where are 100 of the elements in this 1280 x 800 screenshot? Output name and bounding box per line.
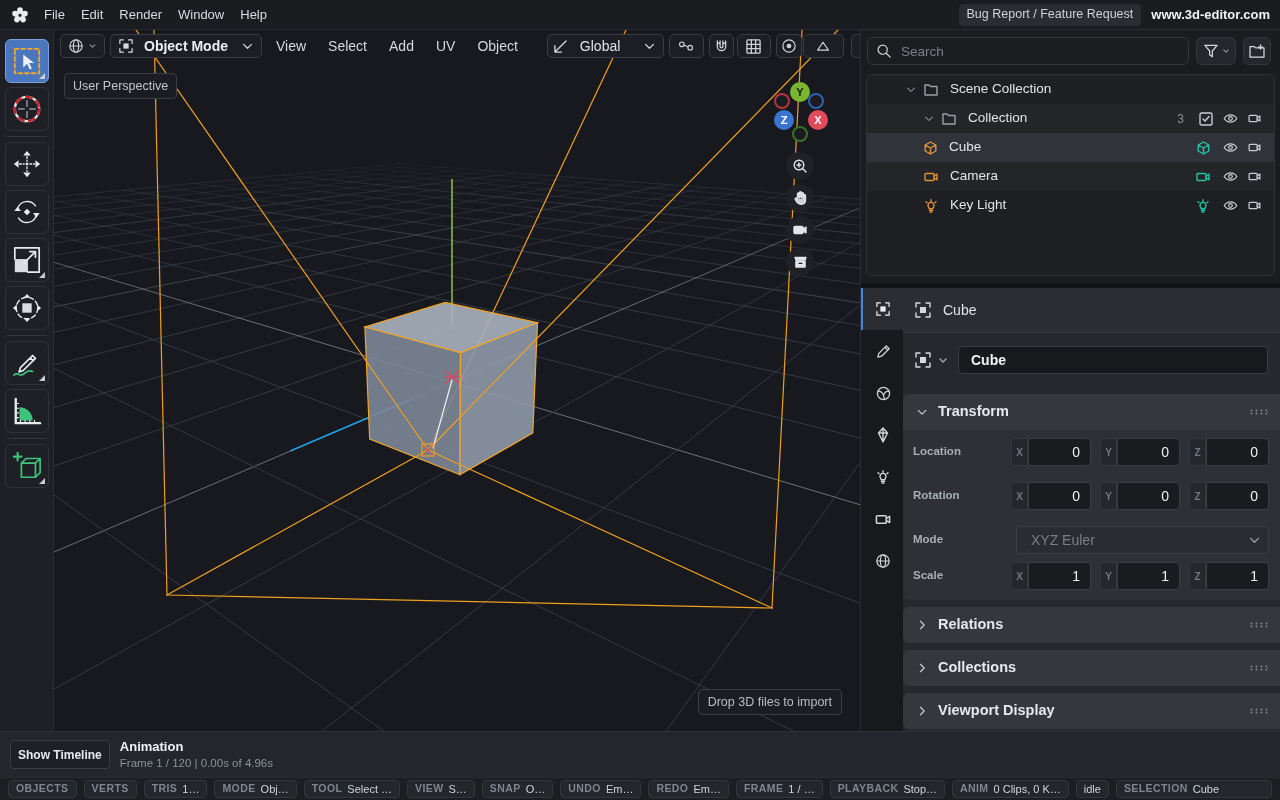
number-field[interactable]: 0: [1117, 438, 1180, 466]
viewport-scene[interactable]: [54, 30, 860, 731]
drag-handle-icon[interactable]: [1250, 665, 1268, 671]
eye-icon[interactable]: [1223, 172, 1238, 181]
bracket-square-icon: [876, 302, 890, 316]
site-link[interactable]: www.3d-editor.com: [1151, 4, 1270, 25]
tree-row[interactable]: Scene Collection: [867, 75, 1274, 104]
new-folder-button[interactable]: [1243, 37, 1271, 65]
checkbox[interactable]: [1199, 111, 1213, 126]
menu-item[interactable]: Render: [111, 2, 170, 27]
status-value: 1…: [182, 781, 200, 797]
bracket-square-icon: [119, 39, 133, 53]
orientation-dropdown[interactable]: Global: [546, 34, 664, 58]
tool-button[interactable]: [4, 286, 49, 330]
tool-button[interactable]: [4, 444, 49, 488]
axis-button[interactable]: Z: [774, 110, 794, 130]
menu-item[interactable]: Select: [317, 34, 378, 58]
search-field[interactable]: Search: [867, 37, 1189, 65]
drag-handle-icon[interactable]: [1250, 622, 1268, 628]
panel-header[interactable]: Transform: [903, 394, 1280, 430]
status-label: VIEW: [415, 781, 444, 797]
toolbar-button[interactable]: [668, 34, 704, 58]
eye-icon[interactable]: [1223, 114, 1238, 123]
chevron-down-icon[interactable]: [924, 115, 934, 122]
tree-row[interactable]: Collection 3: [867, 104, 1274, 133]
logo-icon[interactable]: [12, 6, 28, 23]
mode-dropdown[interactable]: Object Mode: [110, 34, 262, 58]
tool-button[interactable]: [4, 389, 49, 433]
video-camera-icon[interactable]: [1248, 201, 1261, 210]
cube-icon: [1197, 140, 1210, 155]
menu-item[interactable]: Edit: [72, 2, 112, 27]
number-field[interactable]: 1: [1206, 562, 1269, 590]
axis-label: Y: [1100, 482, 1117, 510]
shading-dropdown[interactable]: [60, 34, 105, 58]
number-field[interactable]: 1: [1028, 562, 1091, 590]
panel-header[interactable]: Viewport Display: [903, 693, 1280, 729]
tool-button[interactable]: [4, 39, 49, 83]
eye-icon[interactable]: [1223, 143, 1238, 152]
number-field[interactable]: 0: [1028, 438, 1091, 466]
status-value: Em…: [605, 781, 634, 797]
toolbar-button[interactable]: [736, 34, 771, 58]
menu-item[interactable]: Object: [466, 34, 529, 58]
corner-arrow-icon: [553, 39, 567, 53]
tool-button[interactable]: [4, 142, 49, 186]
video-camera-icon[interactable]: [1248, 114, 1261, 123]
menu-item[interactable]: View: [265, 34, 318, 58]
field-label: Location: [913, 444, 962, 460]
number-field[interactable]: 0: [1206, 438, 1269, 466]
toolbar-button[interactable]: [708, 34, 734, 58]
pan-button[interactable]: [786, 184, 814, 212]
toolbar-button[interactable]: [775, 34, 802, 58]
drag-handle-icon[interactable]: [1250, 708, 1268, 714]
zoom-button[interactable]: [786, 152, 814, 180]
menu-item[interactable]: Help: [232, 2, 275, 27]
feedback-button[interactable]: Bug Report / Feature Request: [958, 3, 1142, 26]
axis-label: Z: [1189, 438, 1206, 466]
drag-handle-icon[interactable]: [1250, 409, 1268, 415]
axis-button[interactable]: Y: [790, 82, 810, 102]
axis-button[interactable]: X: [808, 110, 828, 130]
caret-icon[interactable]: [939, 357, 947, 363]
axis-ring-icon[interactable]: [808, 93, 824, 109]
menu-item[interactable]: Window: [170, 2, 233, 27]
view-button[interactable]: [786, 248, 814, 276]
axis-ring-icon[interactable]: [792, 126, 808, 142]
axis-label: Z: [1189, 562, 1206, 590]
menu-item[interactable]: UV: [424, 34, 467, 58]
video-camera-icon[interactable]: [1248, 143, 1261, 152]
camera-view-button[interactable]: [786, 216, 814, 244]
axis-label: Z: [1189, 482, 1206, 510]
video-camera-icon[interactable]: [1248, 172, 1261, 181]
menu-item[interactable]: Add: [378, 34, 425, 58]
axis-ring-icon[interactable]: [774, 93, 790, 109]
number-field[interactable]: 0: [1206, 482, 1269, 510]
tool-button[interactable]: [4, 341, 49, 385]
status-value: Stop…: [903, 781, 938, 797]
status-value: S…: [448, 781, 467, 797]
panel-header[interactable]: Relations: [903, 607, 1280, 643]
panel-header[interactable]: Collections: [903, 650, 1280, 686]
tool-button[interactable]: [4, 238, 49, 282]
properties-tab[interactable]: [861, 288, 903, 330]
chevron-down-icon[interactable]: [906, 86, 916, 93]
axis-label: X: [1011, 438, 1028, 466]
number-field[interactable]: 1: [1117, 562, 1180, 590]
tree-row[interactable]: Cube: [867, 133, 1274, 162]
eye-icon[interactable]: [1223, 201, 1238, 210]
number-field[interactable]: 0: [1117, 482, 1180, 510]
tool-button[interactable]: [4, 87, 49, 131]
drop-hint: Drop 3D files to import: [697, 689, 842, 715]
name-field[interactable]: Cube: [958, 346, 1268, 374]
link-icon: [678, 41, 695, 51]
status-label: UNDO: [568, 781, 601, 797]
filter-button[interactable]: [1196, 37, 1236, 65]
menu-item[interactable]: File: [36, 2, 73, 27]
tree-row[interactable]: Camera: [867, 162, 1274, 191]
tool-button[interactable]: [4, 190, 49, 234]
number-field[interactable]: 0: [1028, 482, 1091, 510]
tree-row[interactable]: Key Light: [867, 191, 1274, 220]
show-timeline-button[interactable]: Show Timeline: [10, 740, 110, 769]
toolbar-button[interactable]: [802, 34, 844, 58]
field-label: Scale: [913, 568, 945, 584]
